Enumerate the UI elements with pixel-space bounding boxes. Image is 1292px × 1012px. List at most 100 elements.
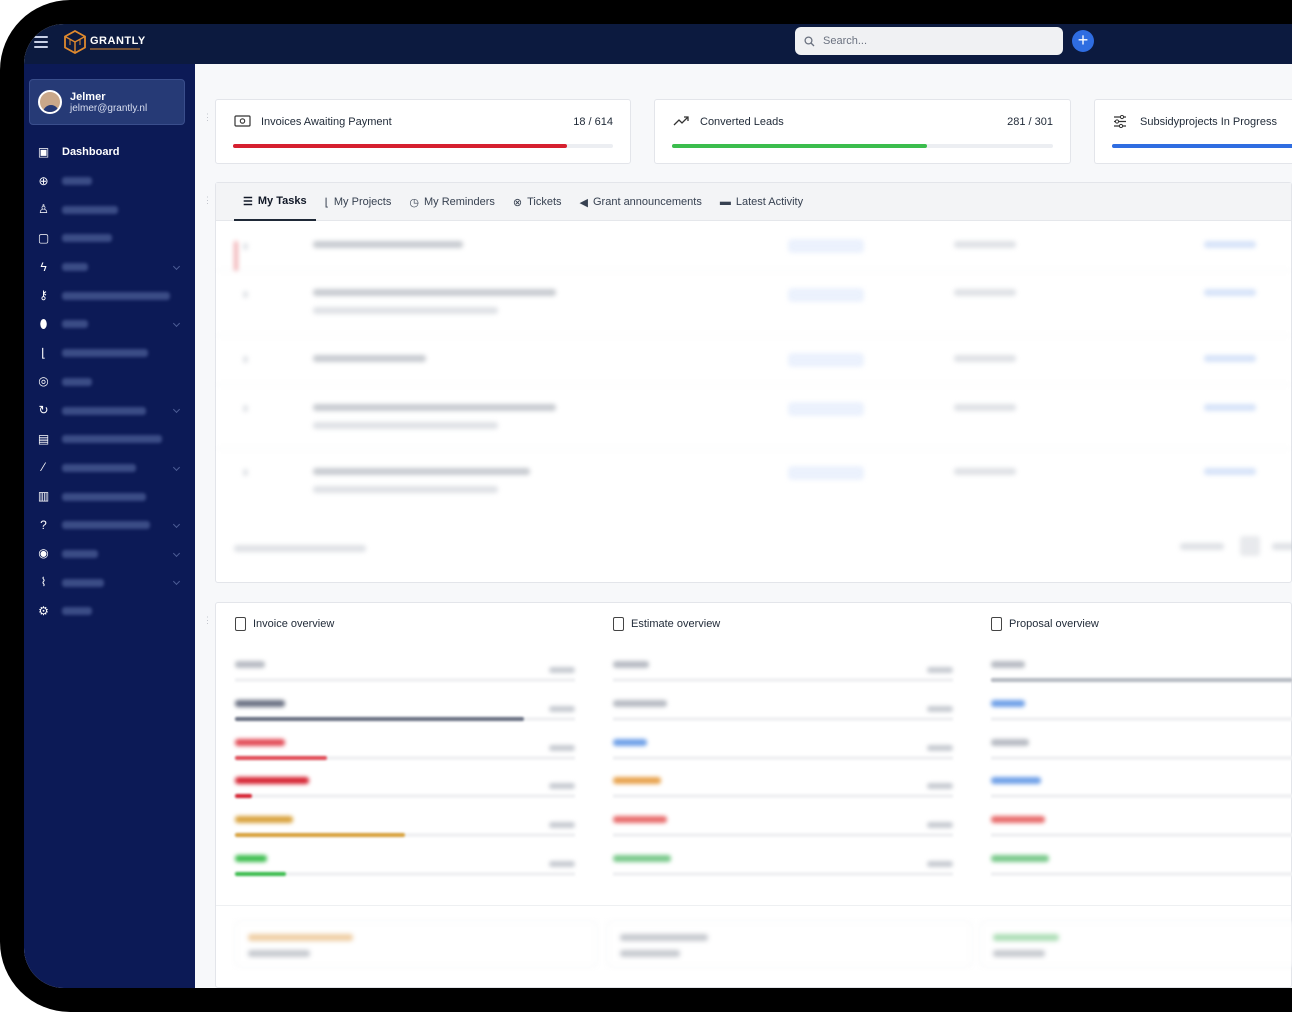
chevron-down-icon xyxy=(172,520,181,528)
main-content: ⋮⋮ ⋮⋮ ⋮⋮ Invoices Awaiting Payment 18 / … xyxy=(195,64,1292,988)
add-button[interactable]: + xyxy=(1072,30,1094,52)
overview-row-percent xyxy=(549,822,575,829)
sidebar-item-14[interactable]: ? xyxy=(24,511,195,540)
overview-row-percent xyxy=(927,822,953,829)
overview-row-label xyxy=(991,661,1025,668)
lifebuoy-icon: ⊗ xyxy=(512,196,523,209)
key-icon: ⚷ xyxy=(39,288,48,303)
table-row[interactable] xyxy=(216,336,1291,385)
overview-row-label xyxy=(613,661,649,668)
overview-row-percent xyxy=(927,667,953,673)
overview-progress-track xyxy=(613,833,953,838)
previous-button[interactable] xyxy=(1180,543,1224,550)
app-screen: GRANTLY Search... + Jelmer jelmer@grantl… xyxy=(24,24,1292,988)
progress-track xyxy=(1112,144,1292,148)
sidebar-item-15[interactable]: ◉ xyxy=(24,540,195,569)
tab-tickets[interactable]: ⊗ Tickets xyxy=(504,183,571,221)
sidebar-item-4[interactable]: ▢ xyxy=(24,224,195,253)
overview-row-label xyxy=(235,855,267,862)
chevron-down-icon xyxy=(172,406,181,414)
tab-grant-announcements[interactable]: ◀ Grant announcements xyxy=(571,183,711,221)
table-row[interactable] xyxy=(216,385,1291,449)
document-icon xyxy=(613,617,624,631)
sidebar-item-label xyxy=(62,320,88,329)
dashboard-icon: ▣ xyxy=(37,144,50,159)
sidebar-item-17[interactable]: ⚙ xyxy=(24,597,195,626)
stat-count: 18 / 614 xyxy=(573,116,613,128)
tab-my-projects[interactable]: ⌊ My Projects xyxy=(316,183,401,221)
user-profile-card[interactable]: Jelmer jelmer@grantly.nl xyxy=(29,79,185,125)
sidebar-item-11[interactable]: ▤ xyxy=(24,425,195,454)
sidebar-item-label xyxy=(62,263,88,272)
sidebar-item-3[interactable]: ♙ xyxy=(24,195,195,224)
stat-card-invoices[interactable]: Invoices Awaiting Payment 18 / 614 xyxy=(215,99,631,164)
sidebar-item-9[interactable]: ◎ xyxy=(24,368,195,397)
tab-my-tasks[interactable]: ☰ My Tasks xyxy=(234,183,316,221)
overview-progress-track xyxy=(991,755,1292,760)
overview-row-percent xyxy=(549,744,575,751)
sidebar-item-label xyxy=(62,549,98,558)
overview-row-label xyxy=(613,855,671,862)
search-input[interactable]: Search... xyxy=(795,27,1063,55)
sidebar-item-6[interactable]: ⚷ xyxy=(24,281,195,310)
overview-row-percent xyxy=(549,783,575,790)
cash-icon xyxy=(234,115,251,127)
sidebar-item-label xyxy=(62,377,92,386)
record-icon: ◉ xyxy=(38,546,49,561)
stat-card-subsidyprojects[interactable]: Subsidyprojects In Progress xyxy=(1094,99,1292,164)
tab-latest-activity[interactable]: ▬ Latest Activity xyxy=(711,183,812,221)
brand-logo[interactable]: GRANTLY xyxy=(64,30,146,54)
overview-progress-track xyxy=(235,794,575,799)
tab-label: Grant announcements xyxy=(593,196,702,208)
sidebar-item-7[interactable]: ⬮ xyxy=(24,310,195,339)
overview-progress-bar xyxy=(235,755,327,760)
table-row[interactable] xyxy=(216,221,1291,271)
clock-icon: ◷ xyxy=(409,196,419,209)
projects-chart-icon: ⌊ xyxy=(324,196,329,209)
overview-progress-track xyxy=(613,872,953,876)
stat-label: Subsidyprojects In Progress xyxy=(1140,116,1277,128)
sidebar-item-5[interactable]: ϟ xyxy=(24,253,195,282)
chevron-down-icon xyxy=(172,549,181,557)
sidebar-item-16[interactable]: ⌇ xyxy=(24,568,195,597)
sidebar-item-13[interactable]: ▥ xyxy=(24,482,195,511)
sidebar-item-label xyxy=(62,205,118,214)
sidebar-item-label xyxy=(62,349,148,358)
overview-progress-bar xyxy=(235,794,252,799)
overview-row-label xyxy=(991,816,1045,824)
brand-tagline xyxy=(90,47,140,50)
megaphone-icon: ◀ xyxy=(579,196,588,209)
magic-wand-icon: ⁄ xyxy=(42,460,45,475)
tab-my-reminders[interactable]: ◷ My Reminders xyxy=(400,183,504,221)
sidebar-item-10[interactable]: ↻ xyxy=(24,396,195,425)
overview-row-percent xyxy=(927,744,953,751)
table-row[interactable] xyxy=(216,271,1291,336)
tag-icon: ⬮ xyxy=(39,316,48,331)
overview-progress-track xyxy=(613,794,953,799)
proposal-overview: Proposal overview xyxy=(991,603,1292,903)
sidebar-item-2[interactable]: ⊕ xyxy=(24,167,195,196)
tab-label: Latest Activity xyxy=(735,196,804,208)
sidebar-item-8[interactable]: ⌊ xyxy=(24,339,195,368)
next-button[interactable] xyxy=(1272,543,1292,550)
sidebar-item-dashboard[interactable]: ▣ Dashboard xyxy=(24,138,195,167)
tab-bar: ☰ My Tasks ⌊ My Projects ◷ My Reminders ⊗ Ticke… xyxy=(216,183,1291,221)
sidebar-item-12[interactable]: ⁄ xyxy=(24,454,195,483)
overview-row-label xyxy=(235,777,309,785)
summary-card-past-due xyxy=(607,921,972,967)
table-row[interactable] xyxy=(216,449,1291,513)
sidebar-item-label xyxy=(62,463,136,472)
overview-title-text: Proposal overview xyxy=(1009,618,1099,630)
overview-row-label xyxy=(613,699,667,707)
overview-row-percent xyxy=(927,783,953,790)
stat-label: Invoices Awaiting Payment xyxy=(261,116,392,128)
chevron-down-icon xyxy=(172,578,181,586)
search-icon xyxy=(804,35,815,46)
page-button[interactable] xyxy=(1240,536,1260,556)
stat-card-leads[interactable]: Converted Leads 281 / 301 xyxy=(654,99,1071,164)
overview-row-percent xyxy=(927,861,953,867)
sidebar-item-label xyxy=(62,291,170,300)
device-frame: GRANTLY Search... + Jelmer jelmer@grantl… xyxy=(0,0,1292,1012)
document-icon: ▥ xyxy=(37,489,50,504)
menu-toggle-icon[interactable] xyxy=(34,36,48,50)
